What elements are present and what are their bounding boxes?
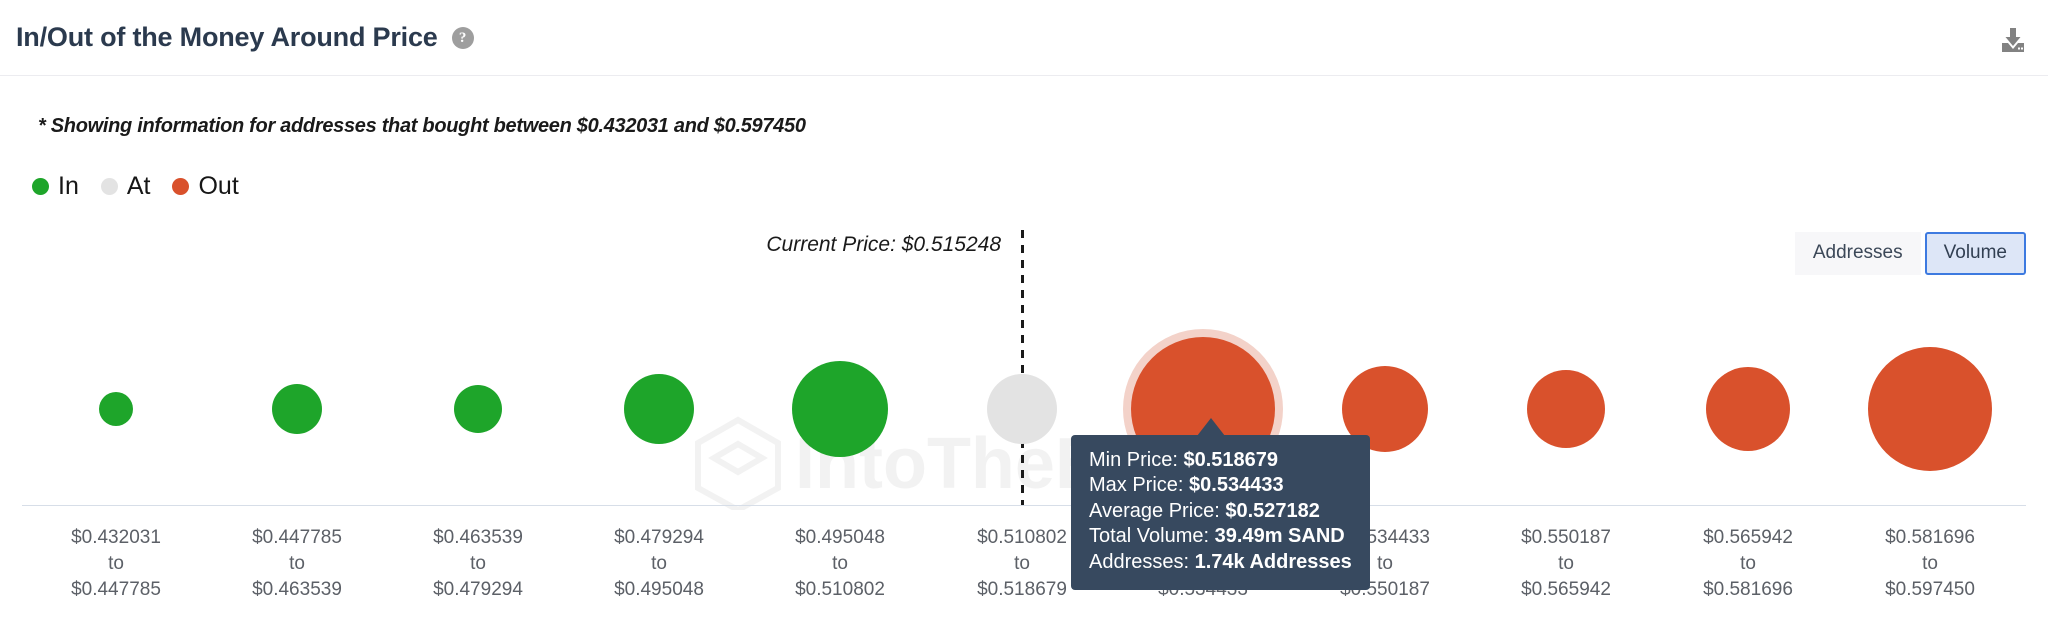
- x-axis-label: $0.565942 to $0.581696: [1653, 525, 1843, 604]
- x-axis-label-to: to: [108, 553, 124, 575]
- tooltip-label: Addresses:: [1089, 550, 1190, 573]
- x-axis-label-high: $0.510802: [795, 579, 885, 601]
- tooltip-value: 39.49m SAND: [1214, 525, 1345, 548]
- bubble-point[interactable]: [99, 392, 133, 426]
- bubble-point[interactable]: [624, 374, 694, 444]
- current-price-line: [1021, 230, 1024, 505]
- x-axis-label-to: to: [470, 553, 486, 575]
- x-axis-label: $0.447785 to $0.463539: [202, 525, 392, 604]
- bubble-point[interactable]: [1527, 370, 1605, 448]
- chart-legend: In At Out: [32, 172, 261, 201]
- current-price-label: Current Price: $0.515248: [766, 233, 1001, 256]
- download-icon[interactable]: [1996, 26, 2030, 56]
- x-axis-label-low: $0.432031: [71, 527, 161, 548]
- tooltip-row-average-price: Average Price: $0.527182: [1089, 499, 1352, 524]
- legend-item-out[interactable]: Out: [172, 172, 239, 201]
- x-axis-label-high: $0.479294: [433, 579, 523, 601]
- legend-item-in[interactable]: In: [32, 172, 79, 201]
- x-axis-label-high: $0.581696: [1703, 579, 1793, 601]
- legend-item-at[interactable]: At: [100, 172, 151, 201]
- page-title: In/Out of the Money Around Price: [16, 22, 438, 52]
- legend-dot-at: [100, 178, 118, 195]
- x-axis-label: $0.463539 to $0.479294: [383, 525, 573, 604]
- legend-dot-in: [32, 178, 49, 195]
- legend-label-at: At: [126, 172, 151, 200]
- tooltip-label: Max Price:: [1089, 474, 1184, 497]
- x-axis-label-low: $0.479294: [614, 527, 704, 548]
- x-axis-label-to: to: [1558, 553, 1574, 575]
- x-axis-label-high: $0.495048: [614, 579, 704, 601]
- x-axis-label-low: $0.447785: [252, 527, 342, 548]
- bubble-chart-plot: IntoTheBlock Current Price: $0.515248 $0…: [0, 230, 2048, 625]
- tooltip-label: Total Volume:: [1089, 525, 1210, 548]
- x-axis-label-high: $0.463539: [252, 579, 342, 601]
- x-axis-label: $0.550187 to $0.565942: [1471, 525, 1661, 604]
- bubble-point[interactable]: [1706, 367, 1790, 451]
- x-axis-label-to: to: [1922, 553, 1938, 575]
- tooltip-value: $0.534433: [1189, 474, 1284, 497]
- tooltip-row-total-volume: Total Volume: 39.49m SAND: [1089, 524, 1352, 549]
- x-axis-label-high: $0.565942: [1521, 579, 1611, 601]
- x-axis-label-low: $0.463539: [433, 527, 523, 548]
- x-axis-label-to: to: [651, 553, 667, 575]
- bubble-point[interactable]: [1868, 347, 1992, 471]
- bubble-point[interactable]: [987, 374, 1057, 444]
- x-axis-label-to: to: [289, 553, 305, 575]
- chart-subtitle: * Showing information for addresses that…: [38, 115, 806, 137]
- x-axis-label-to: to: [1740, 553, 1756, 575]
- x-axis-label: $0.495048 to $0.510802: [745, 525, 935, 604]
- x-axis-label: $0.432031 to $0.447785: [21, 525, 211, 604]
- x-axis-label-high: $0.597450: [1885, 579, 1975, 601]
- legend-label-out: Out: [198, 172, 239, 200]
- tooltip-arrow: [1197, 418, 1225, 436]
- tooltip-value: $0.518679: [1183, 449, 1279, 471]
- tooltip-value: 1.74k Addresses: [1194, 550, 1352, 573]
- bubble-point[interactable]: [454, 385, 502, 433]
- tooltip-row-max-price: Max Price: $0.534433: [1089, 473, 1352, 498]
- x-axis-line: [22, 505, 2026, 506]
- question-mark-icon[interactable]: ?: [451, 26, 474, 49]
- in-out-of-money-card: In/Out of the Money Around Price ? * Sho…: [0, 0, 2048, 625]
- tooltip-value: $0.527182: [1225, 499, 1320, 522]
- x-axis-label-high: $0.447785: [71, 579, 161, 601]
- tooltip-label: Average Price:: [1089, 499, 1220, 522]
- x-axis-label-low: $0.581696: [1885, 527, 1975, 548]
- x-axis-label-to: to: [832, 553, 848, 575]
- bubble-point[interactable]: [792, 361, 888, 457]
- card-header: In/Out of the Money Around Price ?: [0, 0, 2048, 76]
- x-axis-label: $0.479294 to $0.495048: [564, 525, 754, 604]
- x-axis-label: $0.581696 to $0.597450: [1835, 525, 2025, 604]
- legend-label-in: In: [58, 172, 79, 200]
- x-axis-label-low: $0.495048: [795, 527, 885, 548]
- tooltip-row-min-price: Min Price: $0.518679: [1089, 448, 1352, 473]
- legend-dot-out: [172, 178, 190, 195]
- chart-tooltip: Min Price: $0.518679 Max Price: $0.53443…: [1071, 435, 1370, 590]
- x-axis-label-low: $0.550187: [1521, 527, 1611, 548]
- x-axis-label-low: $0.565942: [1703, 527, 1793, 548]
- tooltip-label: Min Price:: [1089, 449, 1178, 471]
- tooltip-row-addresses: Addresses: 1.74k Addresses: [1089, 550, 1352, 575]
- bubble-point[interactable]: [272, 384, 322, 434]
